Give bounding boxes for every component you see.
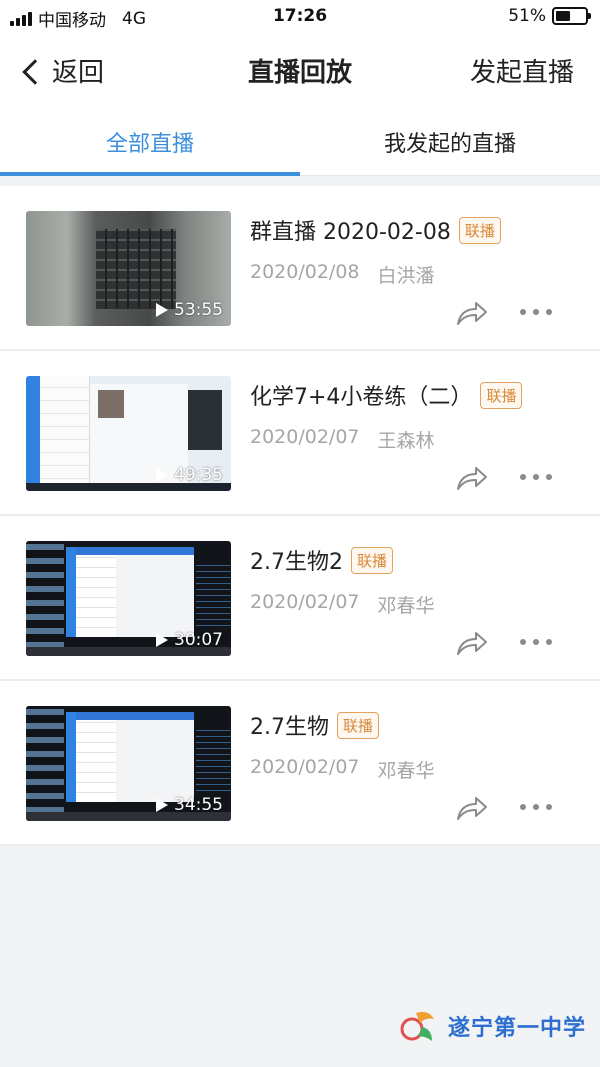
start-live-button[interactable]: 发起直播 [470, 52, 574, 89]
status-badge: 联播 [480, 381, 523, 409]
duration-label: 49:35 [156, 465, 223, 485]
item-author: 邓春华 [377, 595, 435, 617]
duration-label: 53:55 [156, 300, 223, 320]
item-author: 白洪潘 [377, 265, 435, 287]
status-badge: 联播 [458, 216, 501, 244]
play-icon [156, 798, 168, 812]
tab-my-live[interactable]: 我发起的直播 [300, 106, 600, 175]
video-thumbnail[interactable]: 34:55 [26, 706, 231, 821]
title-row: 群直播 2020-02-08 联播 [250, 214, 501, 246]
battery-icon [552, 7, 591, 25]
item-date: 2020/02/07 [250, 756, 360, 778]
item-meta: 2020/02/08 白洪潘 [250, 261, 435, 288]
battery-percent: 51% [508, 6, 546, 26]
title-row: 2.7生物2 联播 [250, 544, 394, 576]
item-title: 2.7生物 [250, 715, 329, 740]
more-icon[interactable] [520, 804, 552, 810]
video-thumbnail[interactable]: 30:07 [26, 541, 231, 656]
item-author: 王森林 [377, 430, 435, 452]
play-icon [156, 303, 168, 317]
share-icon[interactable] [455, 299, 489, 327]
status-badge: 联播 [351, 546, 394, 574]
share-icon[interactable] [455, 464, 489, 492]
share-icon[interactable] [455, 794, 489, 822]
duration-text: 49:35 [174, 465, 223, 485]
duration-text: 30:07 [174, 630, 223, 650]
duration-label: 34:55 [156, 795, 223, 815]
tab-bar: 全部直播 我发起的直播 [0, 106, 600, 176]
video-thumbnail[interactable]: 53:55 [26, 211, 231, 326]
duration-text: 53:55 [174, 300, 223, 320]
item-author: 邓春华 [377, 760, 435, 782]
item-title: 2.7生物2 [250, 550, 343, 575]
school-logo-icon [400, 1011, 434, 1041]
video-thumbnail[interactable]: 49:35 [26, 376, 231, 491]
list-item[interactable]: 34:55 2.7生物 联播 2020/02/07 邓春华 [0, 681, 600, 846]
duration-text: 34:55 [174, 795, 223, 815]
duration-label: 30:07 [156, 630, 223, 650]
watermark: 遂宁第一中学 [398, 1005, 586, 1047]
item-title: 化学7+4小卷练（二） [250, 385, 473, 410]
watermark-text: 遂宁第一中学 [447, 1016, 586, 1041]
play-icon [156, 468, 168, 482]
title-row: 2.7生物 联播 [250, 709, 380, 741]
tab-all-live[interactable]: 全部直播 [0, 106, 300, 176]
status-right: 51% [508, 6, 591, 26]
more-icon[interactable] [520, 639, 552, 645]
item-meta: 2020/02/07 邓春华 [250, 591, 435, 618]
replay-list: 53:55 群直播 2020-02-08 联播 2020/02/08 白洪潘 4… [0, 186, 600, 846]
item-date: 2020/02/08 [250, 261, 360, 283]
title-row: 化学7+4小卷练（二） 联播 [250, 379, 523, 411]
battery-fill [556, 11, 571, 21]
status-bar: 中国移动 4G 17:26 51% [0, 0, 600, 34]
nav-bar: 返回 直播回放 发起直播 [0, 34, 600, 106]
list-item[interactable]: 49:35 化学7+4小卷练（二） 联播 2020/02/07 王森林 [0, 351, 600, 516]
header-area: 中国移动 4G 17:26 51% 返回 直播回放 发起直播 全部直播 我发起的… [0, 0, 600, 176]
share-icon[interactable] [455, 629, 489, 657]
item-date: 2020/02/07 [250, 426, 360, 448]
list-item[interactable]: 30:07 2.7生物2 联播 2020/02/07 邓春华 [0, 516, 600, 681]
item-meta: 2020/02/07 王森林 [250, 426, 435, 453]
item-title: 群直播 2020-02-08 [250, 220, 451, 245]
more-icon[interactable] [520, 309, 552, 315]
list-item[interactable]: 53:55 群直播 2020-02-08 联播 2020/02/08 白洪潘 [0, 186, 600, 351]
play-icon [156, 633, 168, 647]
more-icon[interactable] [520, 474, 552, 480]
item-meta: 2020/02/07 邓春华 [250, 756, 435, 783]
status-badge: 联播 [337, 711, 380, 739]
item-date: 2020/02/07 [250, 591, 360, 613]
